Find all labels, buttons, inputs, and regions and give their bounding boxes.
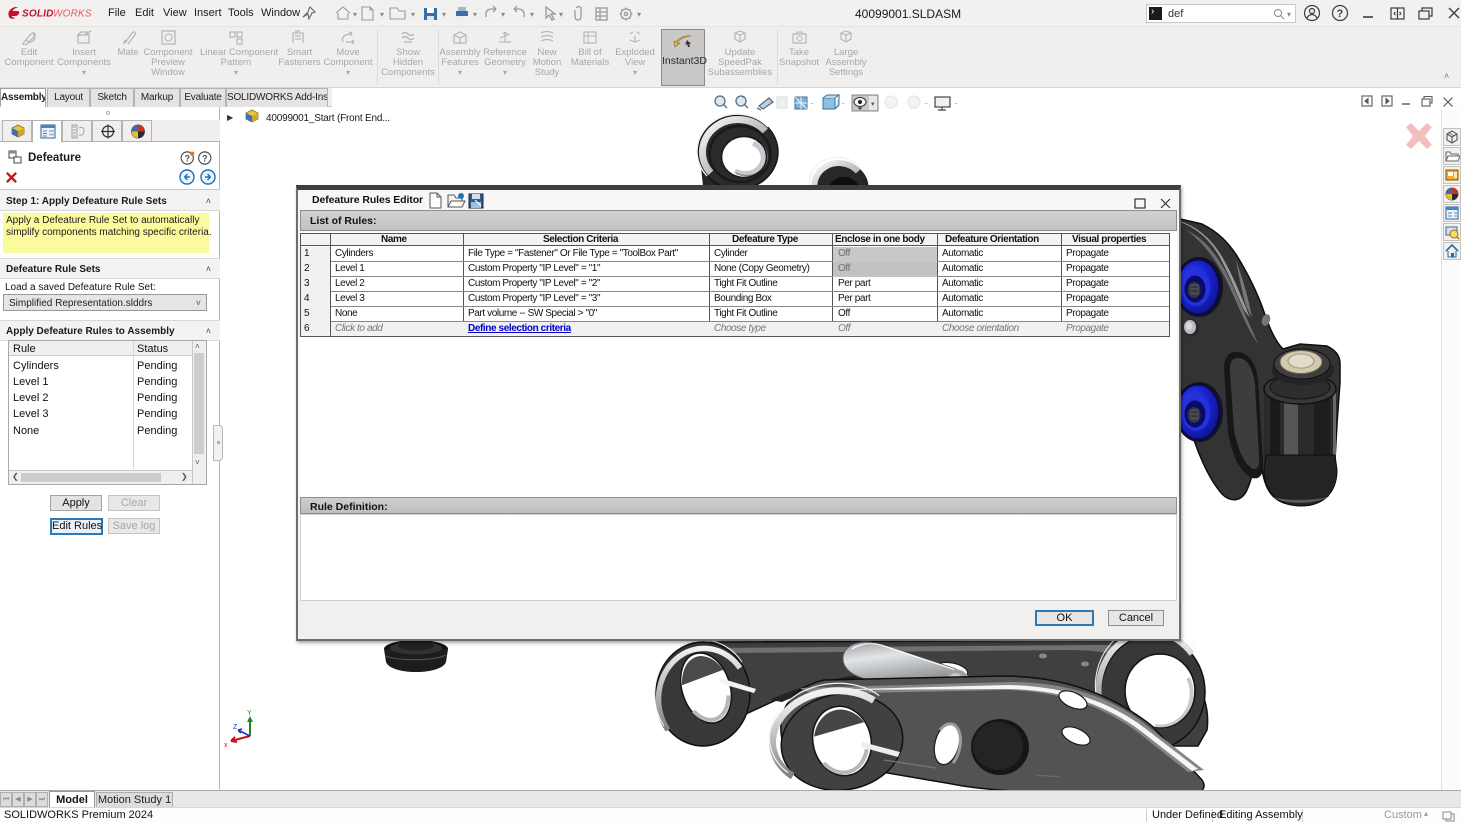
svg-text:-: - — [842, 99, 845, 108]
svg-text:▾: ▾ — [637, 10, 641, 19]
svg-text:▾: ▾ — [1287, 10, 1291, 19]
svg-text:Y: Y — [247, 710, 252, 717]
svg-text:▾: ▾ — [559, 10, 563, 19]
svg-text:▾: ▾ — [530, 10, 534, 19]
svg-text:▾: ▾ — [473, 10, 477, 19]
svg-text:▾: ▾ — [501, 10, 505, 19]
svg-text:▾: ▾ — [380, 10, 384, 19]
svg-text:▾: ▾ — [442, 10, 446, 19]
svg-text:?: ? — [1337, 8, 1344, 20]
svg-text:x: x — [224, 742, 228, 749]
svg-text:?: ? — [202, 154, 207, 164]
svg-text:▾: ▾ — [871, 101, 875, 108]
svg-text:-: - — [955, 99, 958, 108]
svg-text:WORKS: WORKS — [53, 9, 92, 20]
svg-text:Z: Z — [233, 724, 238, 731]
svg-text:-: - — [811, 99, 814, 108]
svg-text:▾: ▾ — [353, 10, 357, 19]
svg-text:▾: ▾ — [411, 10, 415, 19]
svg-text:SOLID: SOLID — [22, 9, 54, 20]
svg-text:?: ? — [185, 154, 190, 164]
svg-text:-: - — [925, 99, 928, 108]
